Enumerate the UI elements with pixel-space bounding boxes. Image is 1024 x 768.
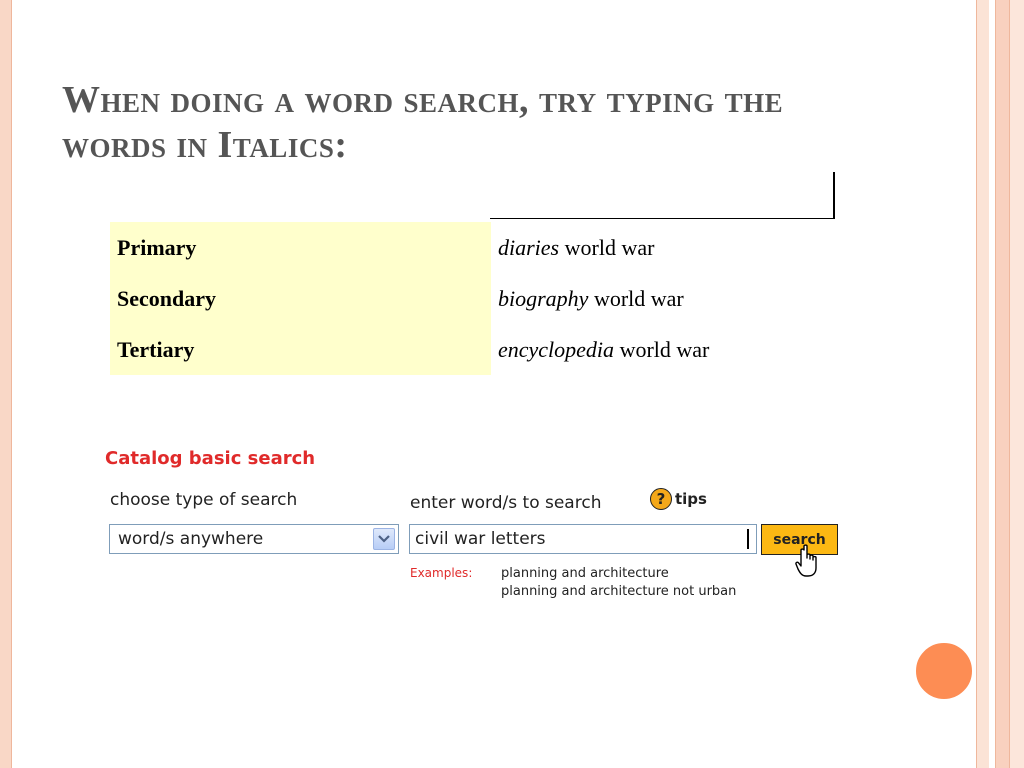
table-row: Primary diaries world war xyxy=(110,222,835,273)
slide-right-border xyxy=(976,0,1024,768)
italic-search-term: encyclopedia xyxy=(498,336,615,362)
table-row: Secondary biography world war xyxy=(110,273,835,324)
source-type-table: Primary diaries world war Secondary biog… xyxy=(110,222,835,375)
search-type-label: choose type of search xyxy=(110,490,298,510)
search-query-example: biography world war xyxy=(491,273,835,324)
hand-pointer-icon xyxy=(795,544,825,582)
examples-label: Examples: xyxy=(410,566,473,580)
source-type-label: Secondary xyxy=(110,273,491,324)
catalog-search-panel: Catalog basic search choose type of sear… xyxy=(105,448,845,608)
table-stub-border xyxy=(490,172,835,219)
search-words-input[interactable] xyxy=(409,524,757,554)
decorative-orange-circle xyxy=(913,640,975,702)
search-term-rest: world war xyxy=(588,285,684,311)
search-query-example: diaries world war xyxy=(491,222,835,273)
source-type-label: Tertiary xyxy=(110,324,491,375)
source-type-label: Primary xyxy=(110,222,491,273)
slide-left-border xyxy=(0,0,12,768)
tips-label: tips xyxy=(675,490,707,508)
search-type-selected: word/s anywhere xyxy=(118,529,264,549)
search-words-label: enter word/s to search xyxy=(410,493,602,513)
table-row: Tertiary encyclopedia world war xyxy=(110,324,835,375)
slide-title: When doing a word search, try typing the… xyxy=(62,79,784,166)
search-type-select[interactable]: word/s anywhere xyxy=(109,524,399,554)
example-query: planning and architecture xyxy=(501,566,669,581)
search-term-rest: world war xyxy=(614,336,710,362)
italic-search-term: biography xyxy=(498,285,589,311)
catalog-heading: Catalog basic search xyxy=(105,448,316,469)
italic-search-term: diaries xyxy=(498,234,560,260)
example-query: planning and architecture not urban xyxy=(501,584,737,599)
tips-link[interactable]: ? tips xyxy=(650,488,707,510)
search-query-example: encyclopedia world war xyxy=(491,324,835,375)
help-question-icon: ? xyxy=(650,488,672,510)
text-caret xyxy=(747,529,749,549)
dropdown-arrow-icon[interactable] xyxy=(373,528,395,550)
examples-list: planning and architecture planning and a… xyxy=(501,565,736,601)
search-term-rest: world war xyxy=(559,234,655,260)
